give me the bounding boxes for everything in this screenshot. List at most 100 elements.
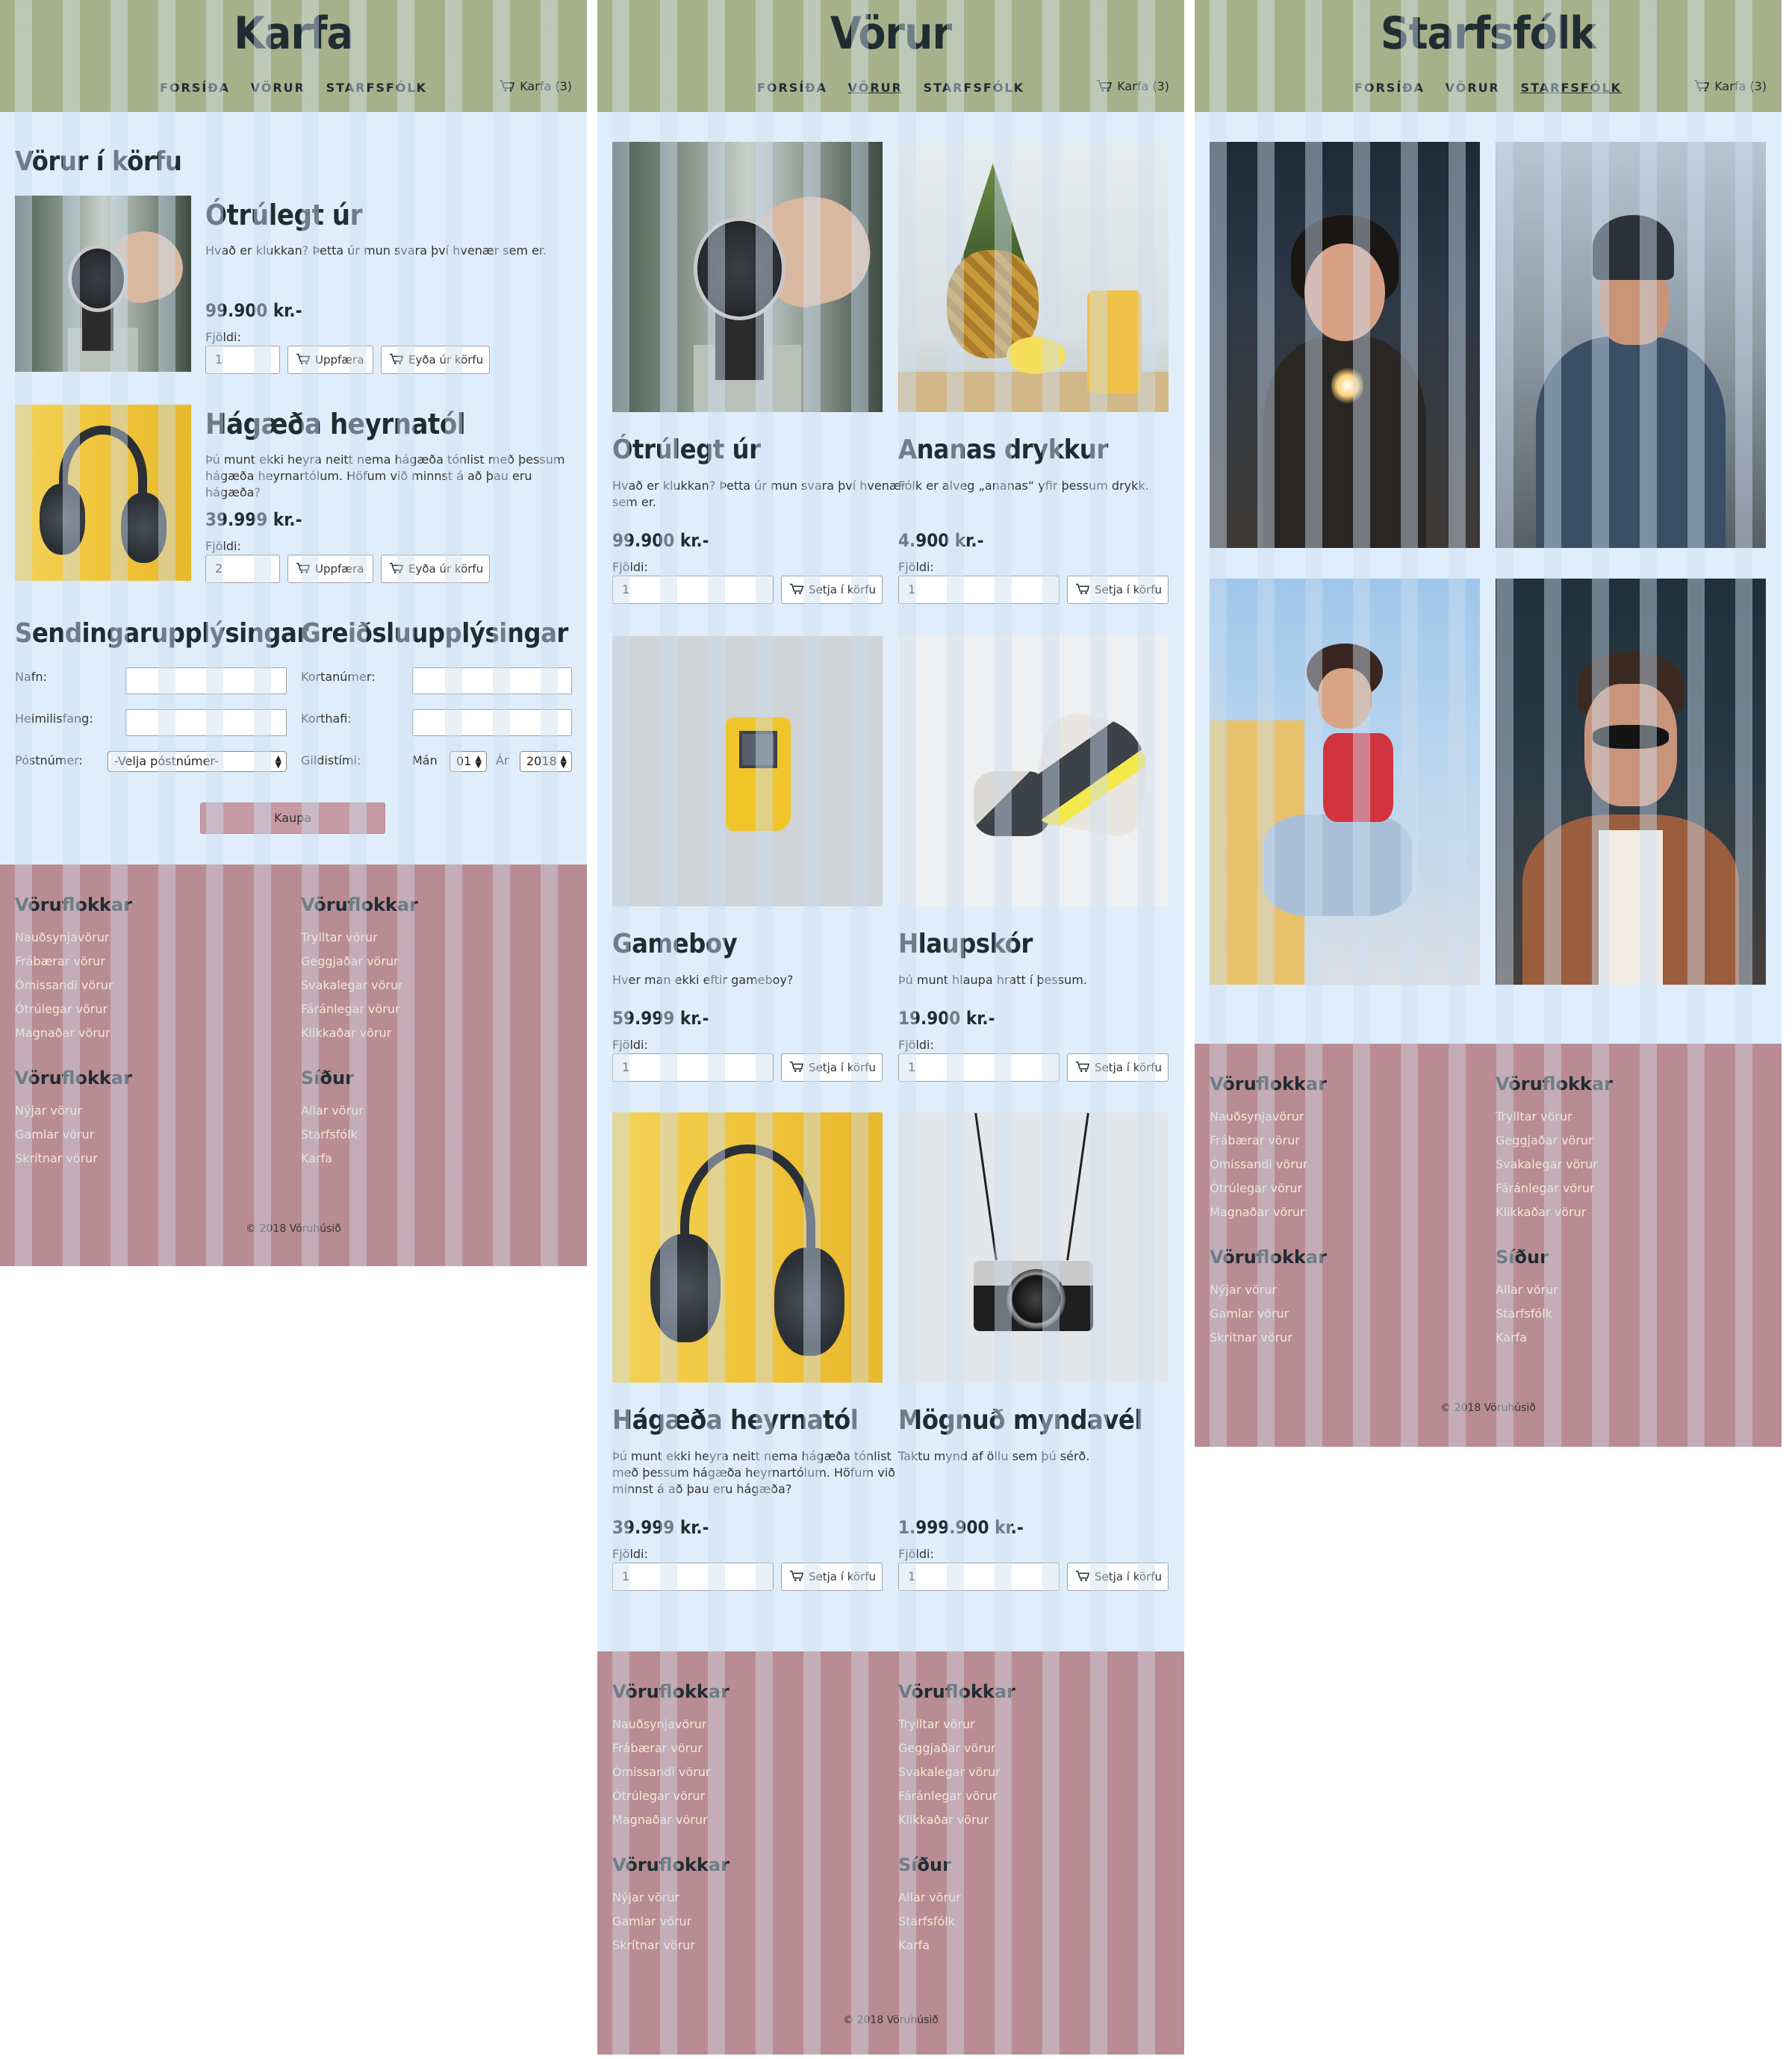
buy-button[interactable]: Kaupa xyxy=(200,803,385,834)
footer-link[interactable]: Ótrúlegar vörur xyxy=(15,997,132,1021)
footer-link[interactable]: Geggjaðar vörur xyxy=(898,1736,1015,1760)
footer-link[interactable]: Nýjar vörur xyxy=(612,1886,729,1910)
footer-link[interactable]: Frábærar vörur xyxy=(612,1736,729,1760)
staff-photo xyxy=(1210,142,1480,548)
footer-link[interactable]: Karfa xyxy=(301,1147,364,1171)
qty-input[interactable]: 1 xyxy=(898,1053,1060,1082)
qty-input[interactable]: 1 xyxy=(612,1563,774,1591)
footer-link[interactable]: Geggjaðar vörur xyxy=(1496,1129,1613,1153)
footer-link[interactable]: Ótrúlegar vörur xyxy=(612,1784,729,1808)
footer-link[interactable]: Skrítnar vörur xyxy=(612,1934,729,1957)
footer-link[interactable]: Fáránlegar vörur xyxy=(1496,1177,1613,1200)
add-to-cart-button[interactable]: Setja í körfu xyxy=(1067,1053,1169,1082)
nav-staff[interactable]: STARFSFÓLK xyxy=(326,81,427,95)
site-footer: Vöruflokkar Nauðsynjavörur Frábærar vöru… xyxy=(597,1651,1184,2055)
remove-button[interactable]: Eyða úr körfu xyxy=(381,555,490,583)
add-to-cart-button[interactable]: Setja í körfu xyxy=(781,1053,883,1082)
footer-link[interactable]: Magnaðar vörur xyxy=(1210,1200,1327,1224)
footer-link[interactable]: Nauðsynjavörur xyxy=(612,1713,729,1736)
footer-link[interactable]: Svakalegar vörur xyxy=(898,1760,1015,1784)
qty-label: Fjöldi: xyxy=(898,1038,934,1052)
footer-col-categories-3: Vöruflokkar Nýjar vörur Gamlar vörur Skr… xyxy=(612,1854,729,1957)
remove-button[interactable]: Eyða úr körfu xyxy=(381,346,490,374)
shopping-cart-icon xyxy=(296,353,311,364)
footer-link[interactable]: Starfsfólk xyxy=(301,1123,364,1147)
footer-link[interactable]: Klikkaðar vörur xyxy=(301,1021,418,1045)
cart-link[interactable]: Karfa (3) xyxy=(1693,79,1767,93)
update-button[interactable]: Uppfæra xyxy=(287,346,373,374)
qty-label: Fjöldi: xyxy=(612,560,648,574)
add-to-cart-button[interactable]: Setja í körfu xyxy=(781,1563,883,1591)
footer-link[interactable]: Klikkaðar vörur xyxy=(1496,1200,1613,1224)
footer-link[interactable]: Ómissandi vörur xyxy=(1210,1153,1327,1177)
footer-link[interactable]: Allar vörur xyxy=(898,1886,961,1910)
footer-link[interactable]: Ótrúlegar vörur xyxy=(1210,1177,1327,1200)
card-holder-input[interactable] xyxy=(412,709,572,736)
qty-input[interactable]: 2 xyxy=(205,555,280,583)
qty-input[interactable]: 1 xyxy=(205,346,280,374)
month-select[interactable]: 01 ▲ ▼ xyxy=(449,751,487,772)
footer-link[interactable]: Trylltar vörur xyxy=(301,926,418,950)
copyright: © 2018 Vöruhúsið xyxy=(1440,1402,1536,1414)
add-to-cart-button[interactable]: Setja í körfu xyxy=(1067,1563,1169,1591)
product-name: Ótrúlegt úr xyxy=(612,434,761,465)
name-input[interactable] xyxy=(125,667,287,694)
year-select[interactable]: 2018 ▲ ▼ xyxy=(520,751,572,772)
add-to-cart-button[interactable]: Setja í körfu xyxy=(781,576,883,604)
footer-link[interactable]: Karfa xyxy=(898,1934,961,1957)
footer-link[interactable]: Skrítnar vörur xyxy=(1210,1326,1327,1350)
footer-link[interactable]: Starfsfólk xyxy=(898,1910,961,1934)
address-input[interactable] xyxy=(125,709,287,736)
cart-link[interactable]: Karfa (3) xyxy=(1096,79,1169,93)
footer-link[interactable]: Skrítnar vörur xyxy=(15,1147,132,1171)
footer-link[interactable]: Nauðsynjavörur xyxy=(1210,1105,1327,1129)
footer-link[interactable]: Trylltar vörur xyxy=(1496,1105,1613,1129)
footer-link[interactable]: Gamlar vörur xyxy=(15,1123,132,1147)
add-to-cart-button[interactable]: Setja í körfu xyxy=(1067,576,1169,604)
staff-photo xyxy=(1496,579,1766,985)
card-number-input[interactable] xyxy=(412,667,572,694)
nav-products[interactable]: VÖRUR xyxy=(1446,81,1500,95)
nav-products[interactable]: VÖRUR xyxy=(251,81,305,95)
nav-staff[interactable]: STARFSFÓLK xyxy=(924,81,1024,95)
update-button[interactable]: Uppfæra xyxy=(287,555,373,583)
footer-link[interactable]: Karfa xyxy=(1496,1326,1558,1350)
nav-staff[interactable]: STARFSFÓLK xyxy=(1521,81,1622,95)
footer-link[interactable]: Allar vörur xyxy=(1496,1278,1558,1302)
footer-link[interactable]: Ómissandi vörur xyxy=(15,974,132,997)
qty-input[interactable]: 1 xyxy=(898,576,1060,604)
footer-link[interactable]: Frábærar vörur xyxy=(15,950,132,974)
qty-input[interactable]: 1 xyxy=(612,576,774,604)
qty-input[interactable]: 1 xyxy=(612,1053,774,1082)
footer-col-title: Vöruflokkar xyxy=(612,1681,729,1702)
footer-col-categories-3: Vöruflokkar Nýjar vörur Gamlar vörur Skr… xyxy=(1210,1247,1327,1350)
qty-input[interactable]: 1 xyxy=(898,1563,1060,1591)
footer-link[interactable]: Svakalegar vörur xyxy=(1496,1153,1613,1177)
qty-label: Fjöldi: xyxy=(205,330,241,344)
footer-link[interactable]: Gamlar vörur xyxy=(1210,1302,1327,1326)
product-image-pineapple xyxy=(898,142,1169,412)
nav-home[interactable]: FORSÍÐA xyxy=(757,81,827,95)
footer-link[interactable]: Fáránlegar vörur xyxy=(301,997,418,1021)
footer-link[interactable]: Allar vörur xyxy=(301,1099,364,1123)
nav-products[interactable]: VÖRUR xyxy=(848,81,903,95)
footer-link[interactable]: Nýjar vörur xyxy=(1210,1278,1327,1302)
footer-link[interactable]: Magnaðar vörur xyxy=(612,1808,729,1832)
footer-link[interactable]: Klikkaðar vörur xyxy=(898,1808,1015,1832)
remove-button-label: Eyða úr körfu xyxy=(408,562,484,576)
footer-link[interactable]: Fáránlegar vörur xyxy=(898,1784,1015,1808)
footer-link[interactable]: Starfsfólk xyxy=(1496,1302,1558,1326)
footer-link[interactable]: Nauðsynjavörur xyxy=(15,926,132,950)
footer-link[interactable]: Svakalegar vörur xyxy=(301,974,418,997)
nav-home[interactable]: FORSÍÐA xyxy=(160,81,230,95)
nav-home[interactable]: FORSÍÐA xyxy=(1354,81,1425,95)
footer-link[interactable]: Gamlar vörur xyxy=(612,1910,729,1934)
footer-link[interactable]: Magnaðar vörur xyxy=(15,1021,132,1045)
footer-link[interactable]: Trylltar vörur xyxy=(898,1713,1015,1736)
footer-link[interactable]: Ómissandi vörur xyxy=(612,1760,729,1784)
cart-link[interactable]: Karfa (3) xyxy=(499,79,572,93)
footer-link[interactable]: Geggjaðar vörur xyxy=(301,950,418,974)
footer-link[interactable]: Frábærar vörur xyxy=(1210,1129,1327,1153)
footer-link[interactable]: Nýjar vörur xyxy=(15,1099,132,1123)
postcode-select[interactable]: -Velja póstnúmer- ▲ ▼ xyxy=(108,751,287,772)
